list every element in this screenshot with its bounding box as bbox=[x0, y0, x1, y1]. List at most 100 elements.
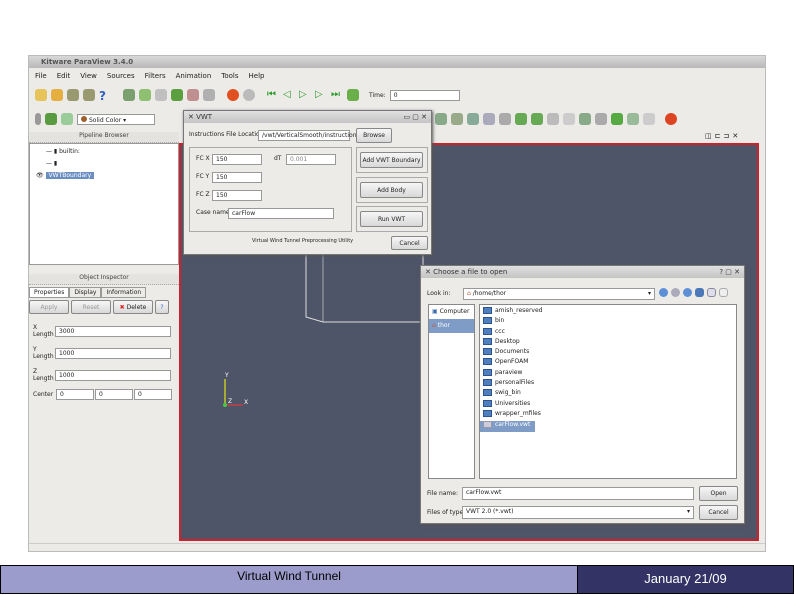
place-computer[interactable]: ▣ Computer bbox=[429, 305, 474, 319]
help-button[interactable]: ? bbox=[155, 300, 169, 314]
eye-icon[interactable]: 👁 bbox=[36, 172, 44, 179]
color-map-icon[interactable] bbox=[45, 113, 57, 125]
filter-surface-icon[interactable] bbox=[611, 113, 623, 125]
pipeline-item-source[interactable]: — ▮ bbox=[36, 160, 172, 172]
apply-button[interactable]: Apply bbox=[29, 300, 69, 314]
file-item[interactable]: OpenFOAM bbox=[480, 358, 736, 368]
next-frame-icon[interactable]: ▷ bbox=[315, 89, 327, 101]
play-icon[interactable]: ▷ bbox=[299, 89, 311, 101]
view-controls[interactable]: ◫⊏⊐✕ bbox=[705, 132, 741, 140]
new-folder-icon[interactable] bbox=[695, 288, 704, 297]
run-vwt-button[interactable]: Run VWT bbox=[360, 211, 423, 227]
menu-sources[interactable]: Sources bbox=[107, 72, 135, 80]
place-home[interactable]: ⌂ thor bbox=[429, 319, 474, 333]
file-item[interactable]: bin bbox=[480, 317, 736, 327]
tab-properties[interactable]: Properties bbox=[29, 287, 70, 298]
file-item[interactable]: Universities bbox=[480, 399, 736, 410]
browse-button[interactable]: Browse bbox=[356, 128, 392, 143]
redo-icon[interactable] bbox=[243, 89, 255, 101]
file-item[interactable]: Desktop bbox=[480, 337, 736, 348]
forward-icon[interactable] bbox=[671, 288, 680, 297]
file-cancel-button[interactable]: Cancel bbox=[699, 505, 738, 520]
file-item[interactable]: paraview bbox=[480, 368, 736, 379]
open-icon[interactable] bbox=[35, 89, 47, 101]
filter-clip-icon[interactable] bbox=[467, 113, 479, 125]
menu-file[interactable]: File bbox=[35, 72, 47, 80]
filter-threshold-icon[interactable] bbox=[499, 113, 511, 125]
add-body-button[interactable]: Add Body bbox=[360, 182, 423, 198]
menu-filters[interactable]: Filters bbox=[145, 72, 166, 80]
filter-calculator-icon[interactable] bbox=[435, 113, 447, 125]
detail-view-icon[interactable] bbox=[719, 288, 728, 297]
instructions-input[interactable]: /vwt/VerticalSmooth/instructions.txt bbox=[258, 130, 370, 141]
filter-group-icon[interactable] bbox=[579, 113, 591, 125]
reset-button[interactable]: Reset bbox=[71, 300, 111, 314]
back-icon[interactable] bbox=[659, 288, 668, 297]
up-icon[interactable] bbox=[683, 288, 692, 297]
tab-display[interactable]: Display bbox=[69, 287, 102, 298]
menu-help[interactable]: Help bbox=[249, 72, 265, 80]
file-name-input[interactable]: carFlow.vwt bbox=[462, 487, 694, 500]
fcx-input[interactable]: 150 bbox=[212, 154, 262, 165]
filter-stream-icon[interactable] bbox=[547, 113, 559, 125]
prev-frame-icon[interactable]: ◁ bbox=[283, 89, 295, 101]
dt-input[interactable]: 0.001 bbox=[286, 154, 336, 165]
delete-button[interactable]: ✖ Delete bbox=[113, 300, 153, 314]
window-controls[interactable]: ▭ ▢ ✕ bbox=[403, 113, 427, 121]
filter-level-icon[interactable] bbox=[595, 113, 607, 125]
file-item[interactable]: amish_reserved bbox=[480, 307, 736, 317]
vwt-cancel-button[interactable]: Cancel bbox=[391, 236, 428, 250]
color-select[interactable]: Solid Color ▾ bbox=[77, 113, 155, 125]
file-item[interactable]: ccc bbox=[480, 327, 736, 338]
y-length-input[interactable]: 1000 bbox=[55, 347, 171, 359]
save-icon[interactable] bbox=[51, 89, 63, 101]
loop-icon[interactable] bbox=[347, 89, 359, 101]
file-item[interactable]: Documents bbox=[480, 348, 736, 358]
fcz-input[interactable]: 150 bbox=[212, 190, 262, 201]
pipeline-item-vwtboundary[interactable]: 👁 VWTBoundary bbox=[36, 172, 172, 184]
file-item[interactable]: carFlow.vwt bbox=[480, 421, 535, 432]
file-item[interactable]: personalFiles bbox=[480, 379, 736, 389]
help-icon[interactable]: ? bbox=[99, 89, 111, 103]
pipeline-item-builtin[interactable]: — ▮ builtin: bbox=[36, 148, 172, 160]
filter-extract-icon[interactable] bbox=[515, 113, 527, 125]
filter-glyph-icon[interactable] bbox=[531, 113, 543, 125]
select-icon[interactable] bbox=[155, 89, 167, 101]
open-button[interactable]: Open bbox=[699, 486, 738, 501]
select-frustum-icon[interactable] bbox=[187, 89, 199, 101]
fcy-input[interactable]: 150 bbox=[212, 172, 262, 183]
filter-warp-icon[interactable] bbox=[563, 113, 575, 125]
z-length-input[interactable]: 1000 bbox=[55, 369, 171, 381]
reset-camera-icon[interactable] bbox=[123, 89, 135, 101]
filter-contour-icon[interactable] bbox=[451, 113, 463, 125]
file-item[interactable]: wrapper_mfiles bbox=[480, 409, 736, 420]
menu-tools[interactable]: Tools bbox=[221, 72, 238, 80]
time-input[interactable]: 0 bbox=[389, 89, 460, 101]
window-controls[interactable]: ? ▢ ✕ bbox=[719, 268, 740, 276]
stop-icon[interactable] bbox=[665, 113, 677, 125]
select-points-icon[interactable] bbox=[171, 89, 183, 101]
filter-probe-icon[interactable] bbox=[627, 113, 639, 125]
add-vwt-boundary-button[interactable]: Add VWT Boundary bbox=[360, 152, 423, 168]
disconnect-icon[interactable] bbox=[83, 89, 95, 101]
last-frame-icon[interactable]: ⏭ bbox=[331, 89, 343, 101]
zoom-icon[interactable] bbox=[139, 89, 151, 101]
toggle-icon[interactable] bbox=[35, 113, 41, 125]
pick-center-icon[interactable] bbox=[203, 89, 215, 101]
connect-icon[interactable] bbox=[67, 89, 79, 101]
center-y-input[interactable]: 0 bbox=[95, 388, 133, 400]
list-view-icon[interactable] bbox=[707, 288, 716, 297]
menu-animation[interactable]: Animation bbox=[176, 72, 212, 80]
file-type-select[interactable]: VWT 2.0 (*.vwt) ▾ bbox=[462, 506, 694, 519]
undo-icon[interactable] bbox=[227, 89, 239, 101]
filter-slice-icon[interactable] bbox=[483, 113, 495, 125]
file-item[interactable]: swig_bin bbox=[480, 389, 736, 399]
case-name-input[interactable]: carFlow bbox=[228, 208, 334, 219]
center-z-input[interactable]: 0 bbox=[134, 388, 172, 400]
x-length-input[interactable]: 3000 bbox=[55, 325, 171, 337]
tab-information[interactable]: Information bbox=[101, 287, 147, 298]
center-x-input[interactable]: 0 bbox=[56, 388, 94, 400]
menu-view[interactable]: View bbox=[80, 72, 97, 80]
menu-edit[interactable]: Edit bbox=[57, 72, 71, 80]
rescale-icon[interactable] bbox=[61, 113, 73, 125]
